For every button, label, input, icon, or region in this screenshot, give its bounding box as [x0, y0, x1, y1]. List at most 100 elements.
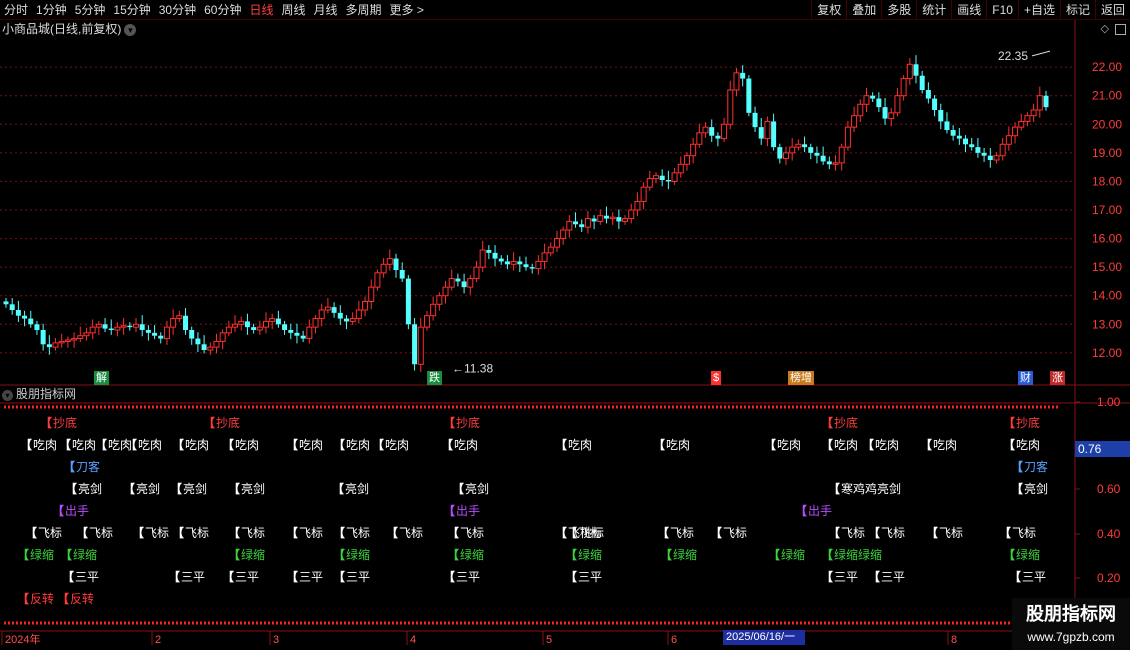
candle-body-down	[412, 324, 418, 365]
candle-body-up	[634, 200, 641, 211]
candle-body-up	[318, 309, 325, 320]
tool-button[interactable]: 统计	[916, 0, 951, 20]
indicator-signal: 【吃肉	[653, 438, 690, 452]
signal-bracket: 【	[170, 482, 183, 496]
event-marker[interactable]: 财	[1018, 371, 1033, 385]
period-tab[interactable]: 日线	[245, 0, 277, 20]
event-marker[interactable]: 解	[94, 371, 109, 385]
candle-body-down	[882, 107, 888, 119]
indicator-signal: 【亮剑	[65, 482, 102, 496]
candle-body-up	[219, 332, 226, 342]
period-tab[interactable]: 更多 >	[386, 0, 428, 20]
candle-body-down	[405, 278, 411, 325]
candle-body-up	[1018, 120, 1025, 128]
indicator-signal: 【亮剑	[123, 482, 160, 496]
tool-button[interactable]: F10	[986, 0, 1018, 20]
watermark: 股朋指标网 www.7gpzb.com	[1012, 598, 1130, 650]
price-tick-label: 13.00	[1092, 317, 1122, 331]
signal-bracket: 【	[862, 438, 875, 452]
indicator-title[interactable]: ▾ 股朋指标网	[2, 386, 76, 402]
event-marker[interactable]: 榜增	[788, 371, 814, 385]
candle-body-up	[479, 249, 486, 268]
event-marker[interactable]: 涨	[1050, 371, 1065, 385]
candle-body-down	[455, 278, 461, 282]
indicator-signal: 【亮剑	[1011, 482, 1048, 496]
candle-body-down	[1043, 95, 1049, 108]
time-tick-label: 4	[410, 634, 416, 646]
candle-body-down	[498, 258, 504, 262]
signal-label: 吃肉	[185, 438, 210, 452]
signal-bracket: 【	[63, 460, 76, 474]
tool-button[interactable]: 叠加	[846, 0, 881, 20]
candle-body-up	[547, 246, 554, 254]
candle-body-up	[857, 103, 864, 117]
candle-body-down	[195, 338, 201, 345]
period-tab[interactable]: 30分钟	[155, 0, 200, 20]
candle-body-down	[9, 304, 15, 310]
tool-button[interactable]: 标记	[1059, 0, 1095, 20]
high-price-arrow	[1031, 50, 1051, 57]
candle-body-up	[894, 95, 901, 114]
signal-label: 亮剑	[241, 482, 266, 496]
period-tab[interactable]: 60分钟	[200, 0, 245, 20]
signal-bracket: 【	[710, 526, 723, 540]
candle-body-down	[34, 324, 40, 330]
candle-body-up	[640, 186, 647, 202]
candle-body-up	[213, 340, 220, 348]
period-tab[interactable]: 分时	[0, 0, 32, 20]
signal-label: 吃肉	[138, 438, 163, 452]
signal-label: 吃肉	[777, 438, 802, 452]
period-tab[interactable]: 15分钟	[109, 0, 154, 20]
candle-body-up	[120, 325, 127, 328]
candle-body-down	[189, 330, 195, 339]
indicator-signal: 【三平	[168, 570, 205, 584]
indicator-signal: 【亮剑	[228, 482, 265, 496]
signal-bracket: 【	[447, 526, 460, 540]
signal-label: 出手	[456, 504, 481, 518]
tool-button[interactable]: 复权	[811, 0, 846, 20]
signal-label: 绿缩	[241, 548, 266, 562]
indicator-signal: 【绿缩	[1003, 548, 1040, 562]
signal-bracket: 【	[17, 548, 30, 562]
signal-bracket: 【	[222, 570, 235, 584]
candle-body-up	[380, 263, 387, 274]
candle-body-down	[950, 130, 956, 136]
candle-body-down	[399, 270, 405, 279]
signal-bracket: 【	[333, 526, 346, 540]
candle-body-down	[808, 147, 814, 153]
signal-label: 吃肉	[834, 438, 859, 452]
chevron-down-icon[interactable]: ▾	[2, 390, 13, 401]
signal-label: 飞标	[881, 526, 906, 540]
tool-button[interactable]: 返回	[1094, 0, 1130, 20]
candle-body-up	[58, 340, 65, 344]
indicator-signal: 【刀客	[63, 460, 100, 474]
candle-body-down	[492, 252, 498, 259]
period-tab[interactable]: 1分钟	[32, 0, 71, 20]
period-tab[interactable]: 周线	[277, 0, 309, 20]
signal-bracket: 【	[868, 526, 881, 540]
period-tab[interactable]: 多周期	[342, 0, 386, 20]
signal-label: 飞标	[399, 526, 424, 540]
event-marker[interactable]: 跌	[427, 371, 442, 385]
signal-label: 吃肉	[666, 438, 691, 452]
signal-label: 飞标	[723, 526, 748, 540]
indicator-signal: 【出手	[443, 504, 480, 518]
period-tab[interactable]: 5分钟	[71, 0, 110, 20]
signal-bracket: 【	[821, 416, 834, 430]
candle-body-down	[244, 321, 250, 328]
candle-body-down	[963, 138, 969, 145]
tool-button[interactable]: +自选	[1017, 0, 1060, 20]
candle-body-up	[844, 126, 851, 148]
candle-body-down	[746, 78, 752, 113]
candle-body-up	[900, 78, 907, 97]
signal-bracket: 【	[441, 438, 454, 452]
signal-bracket: 【	[65, 482, 78, 496]
tool-button[interactable]: 画线	[951, 0, 986, 20]
event-marker[interactable]: $	[711, 371, 722, 385]
candle-body-up	[355, 309, 362, 320]
candle-body-up	[683, 155, 690, 165]
candle-body-up	[510, 260, 517, 265]
candle-body-up	[263, 320, 269, 328]
period-tab[interactable]: 月线	[310, 0, 342, 20]
tool-button[interactable]: 多股	[881, 0, 916, 20]
